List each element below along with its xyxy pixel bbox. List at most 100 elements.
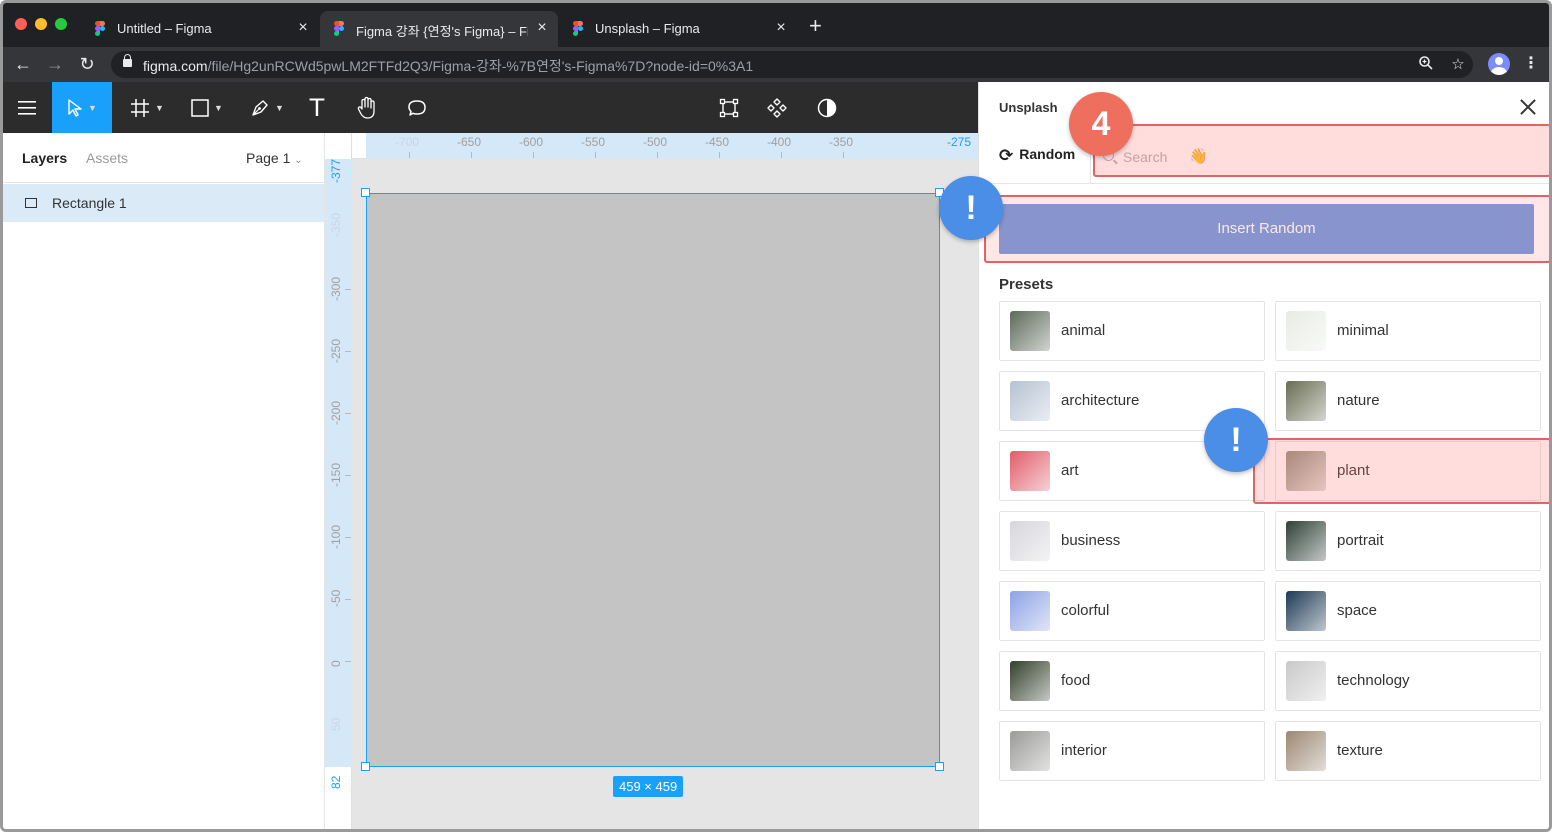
step-number-badge: 4 (1069, 92, 1133, 156)
shape-tool-button[interactable]: ▼ (181, 82, 233, 133)
hand-tool-button[interactable] (351, 82, 383, 133)
rectangle-icon (191, 98, 209, 117)
window-frame: Untitled – Figma × Figma 강좌 {연정's Figma}… (0, 0, 1552, 832)
layer-item-rectangle-1[interactable]: Rectangle 1 (3, 184, 324, 222)
browser-tab-untitled[interactable]: Untitled – Figma × (81, 11, 319, 47)
components-button[interactable] (761, 82, 793, 133)
frame-icon (131, 98, 150, 117)
close-icon[interactable] (1517, 96, 1539, 118)
comment-icon (408, 99, 426, 116)
plugin-title: Unsplash (999, 100, 1058, 115)
back-arrow-icon[interactable]: ← (13, 54, 33, 74)
close-tab-icon[interactable]: × (534, 19, 550, 37)
mask-button[interactable] (811, 82, 843, 133)
ruler-tick: -400 (767, 135, 792, 149)
pen-tool-button[interactable]: ▼ (241, 82, 293, 133)
zoom-icon[interactable] (1416, 55, 1436, 75)
preset-texture[interactable]: texture (1275, 721, 1541, 781)
main-menu-button[interactable] (3, 82, 51, 133)
ruler-tick: -377 (329, 158, 343, 183)
chevron-down-icon: ▼ (275, 102, 284, 113)
tab-title: Unsplash – Figma (595, 21, 700, 36)
browser-tab-unsplash[interactable]: Unsplash – Figma × (559, 11, 797, 47)
frame-tool-button[interactable]: ▼ (121, 82, 173, 133)
move-tool-button[interactable]: ▼ (52, 82, 112, 133)
layer-label: Rectangle 1 (52, 195, 127, 211)
hamburger-icon (18, 100, 36, 115)
resize-handle-bottom-left[interactable] (361, 762, 370, 771)
ruler-tick: -350 (829, 135, 854, 149)
preset-space[interactable]: space (1275, 581, 1541, 641)
minimize-window-button[interactable] (35, 18, 47, 30)
url-field[interactable]: figma.com/file/Hg2unRCWd5pwLM2FTFd2Q3/Fi… (111, 51, 1473, 78)
ruler-tick: -150 (329, 462, 343, 487)
hand-icon (357, 96, 375, 119)
preset-food[interactable]: food (999, 651, 1265, 711)
preset-business[interactable]: business (999, 511, 1265, 571)
page-selector[interactable]: Page 1 ⌄ (246, 150, 303, 166)
chevron-down-icon: ▼ (88, 102, 97, 113)
tab-random[interactable]: ⟳ Random (999, 146, 1075, 166)
figma-icon (95, 21, 105, 36)
preset-label: nature (1337, 392, 1380, 409)
preset-thumbnail (1010, 381, 1050, 421)
close-tab-icon[interactable]: × (773, 19, 789, 37)
browser-menu-icon[interactable]: ⋮ (1521, 53, 1541, 75)
reload-icon[interactable]: ↻ (77, 54, 97, 74)
design-canvas[interactable]: -700 -650 -600 -550 -500 -450 -400 -350 … (325, 133, 978, 829)
resize-handle-bottom-right[interactable] (935, 762, 944, 771)
ruler-mark (843, 152, 844, 158)
preset-portrait[interactable]: portrait (1275, 511, 1541, 571)
preset-nature[interactable]: nature (1275, 371, 1541, 431)
figma-toolbar: ▼ ▼ ▼ ▼ T (3, 82, 978, 133)
forward-arrow-icon[interactable]: → (45, 54, 65, 74)
preset-label: colorful (1061, 602, 1110, 619)
close-tab-icon[interactable]: × (295, 19, 311, 37)
comment-tool-button[interactable] (401, 82, 433, 133)
browser-tab-bar: Untitled – Figma × Figma 강좌 {연정's Figma}… (3, 3, 1549, 47)
bookmark-star-icon[interactable]: ☆ (1448, 55, 1468, 75)
preset-colorful[interactable]: colorful (999, 581, 1265, 641)
profile-avatar[interactable] (1488, 53, 1510, 75)
new-tab-button[interactable]: + (809, 15, 822, 37)
presets-heading: Presets (999, 276, 1054, 293)
ruler-tick: -500 (643, 135, 668, 149)
layers-panel: Layers Assets Page 1 ⌄ Rectangle 1 (3, 133, 325, 829)
rectangle-1-selected[interactable] (366, 193, 940, 767)
preset-label: food (1061, 672, 1091, 689)
pen-icon (252, 99, 268, 116)
url-host: figma.com (143, 58, 208, 74)
ruler-tick: 50 (329, 717, 343, 731)
preset-thumbnail (1286, 661, 1326, 701)
divider (979, 183, 1549, 184)
preset-thumbnail (1010, 311, 1050, 351)
preset-minimal[interactable]: minimal (1275, 301, 1541, 361)
ruler-tick: -200 (329, 400, 343, 425)
highlight-plant-preset (1253, 438, 1549, 504)
maximize-window-button[interactable] (55, 18, 67, 30)
create-component-button[interactable] (713, 82, 745, 133)
preset-label: space (1337, 602, 1378, 619)
preset-thumbnail (1010, 451, 1050, 491)
tab-assets[interactable]: Assets (86, 150, 128, 166)
text-tool-button[interactable]: T (301, 82, 333, 133)
preset-technology[interactable]: technology (1275, 651, 1541, 711)
resize-handle-top-left[interactable] (361, 188, 370, 197)
preset-interior[interactable]: interior (999, 721, 1265, 781)
mask-icon (817, 98, 837, 117)
ruler-mark (781, 152, 782, 158)
ruler-mark (345, 289, 351, 290)
close-window-button[interactable] (15, 18, 27, 30)
preset-animal[interactable]: animal (999, 301, 1265, 361)
vertical-ruler: -377 -350 -300 -250 -200 -150 -100 -50 0… (325, 133, 352, 829)
ruler-tick: -100 (329, 524, 343, 549)
preset-thumbnail (1286, 591, 1326, 631)
browser-tab-figma-course[interactable]: Figma 강좌 {연정's Figma} – Figma × (320, 11, 558, 47)
ruler-mark (595, 152, 596, 158)
highlight-insert-random (984, 195, 1549, 263)
tab-layers[interactable]: Layers (22, 150, 67, 166)
chevron-down-icon: ⌄ (294, 155, 303, 166)
ruler-tick: -700 (395, 135, 420, 149)
layers-panel-tabs: Layers Assets Page 1 ⌄ (3, 133, 325, 183)
highlight-search (1093, 124, 1549, 177)
